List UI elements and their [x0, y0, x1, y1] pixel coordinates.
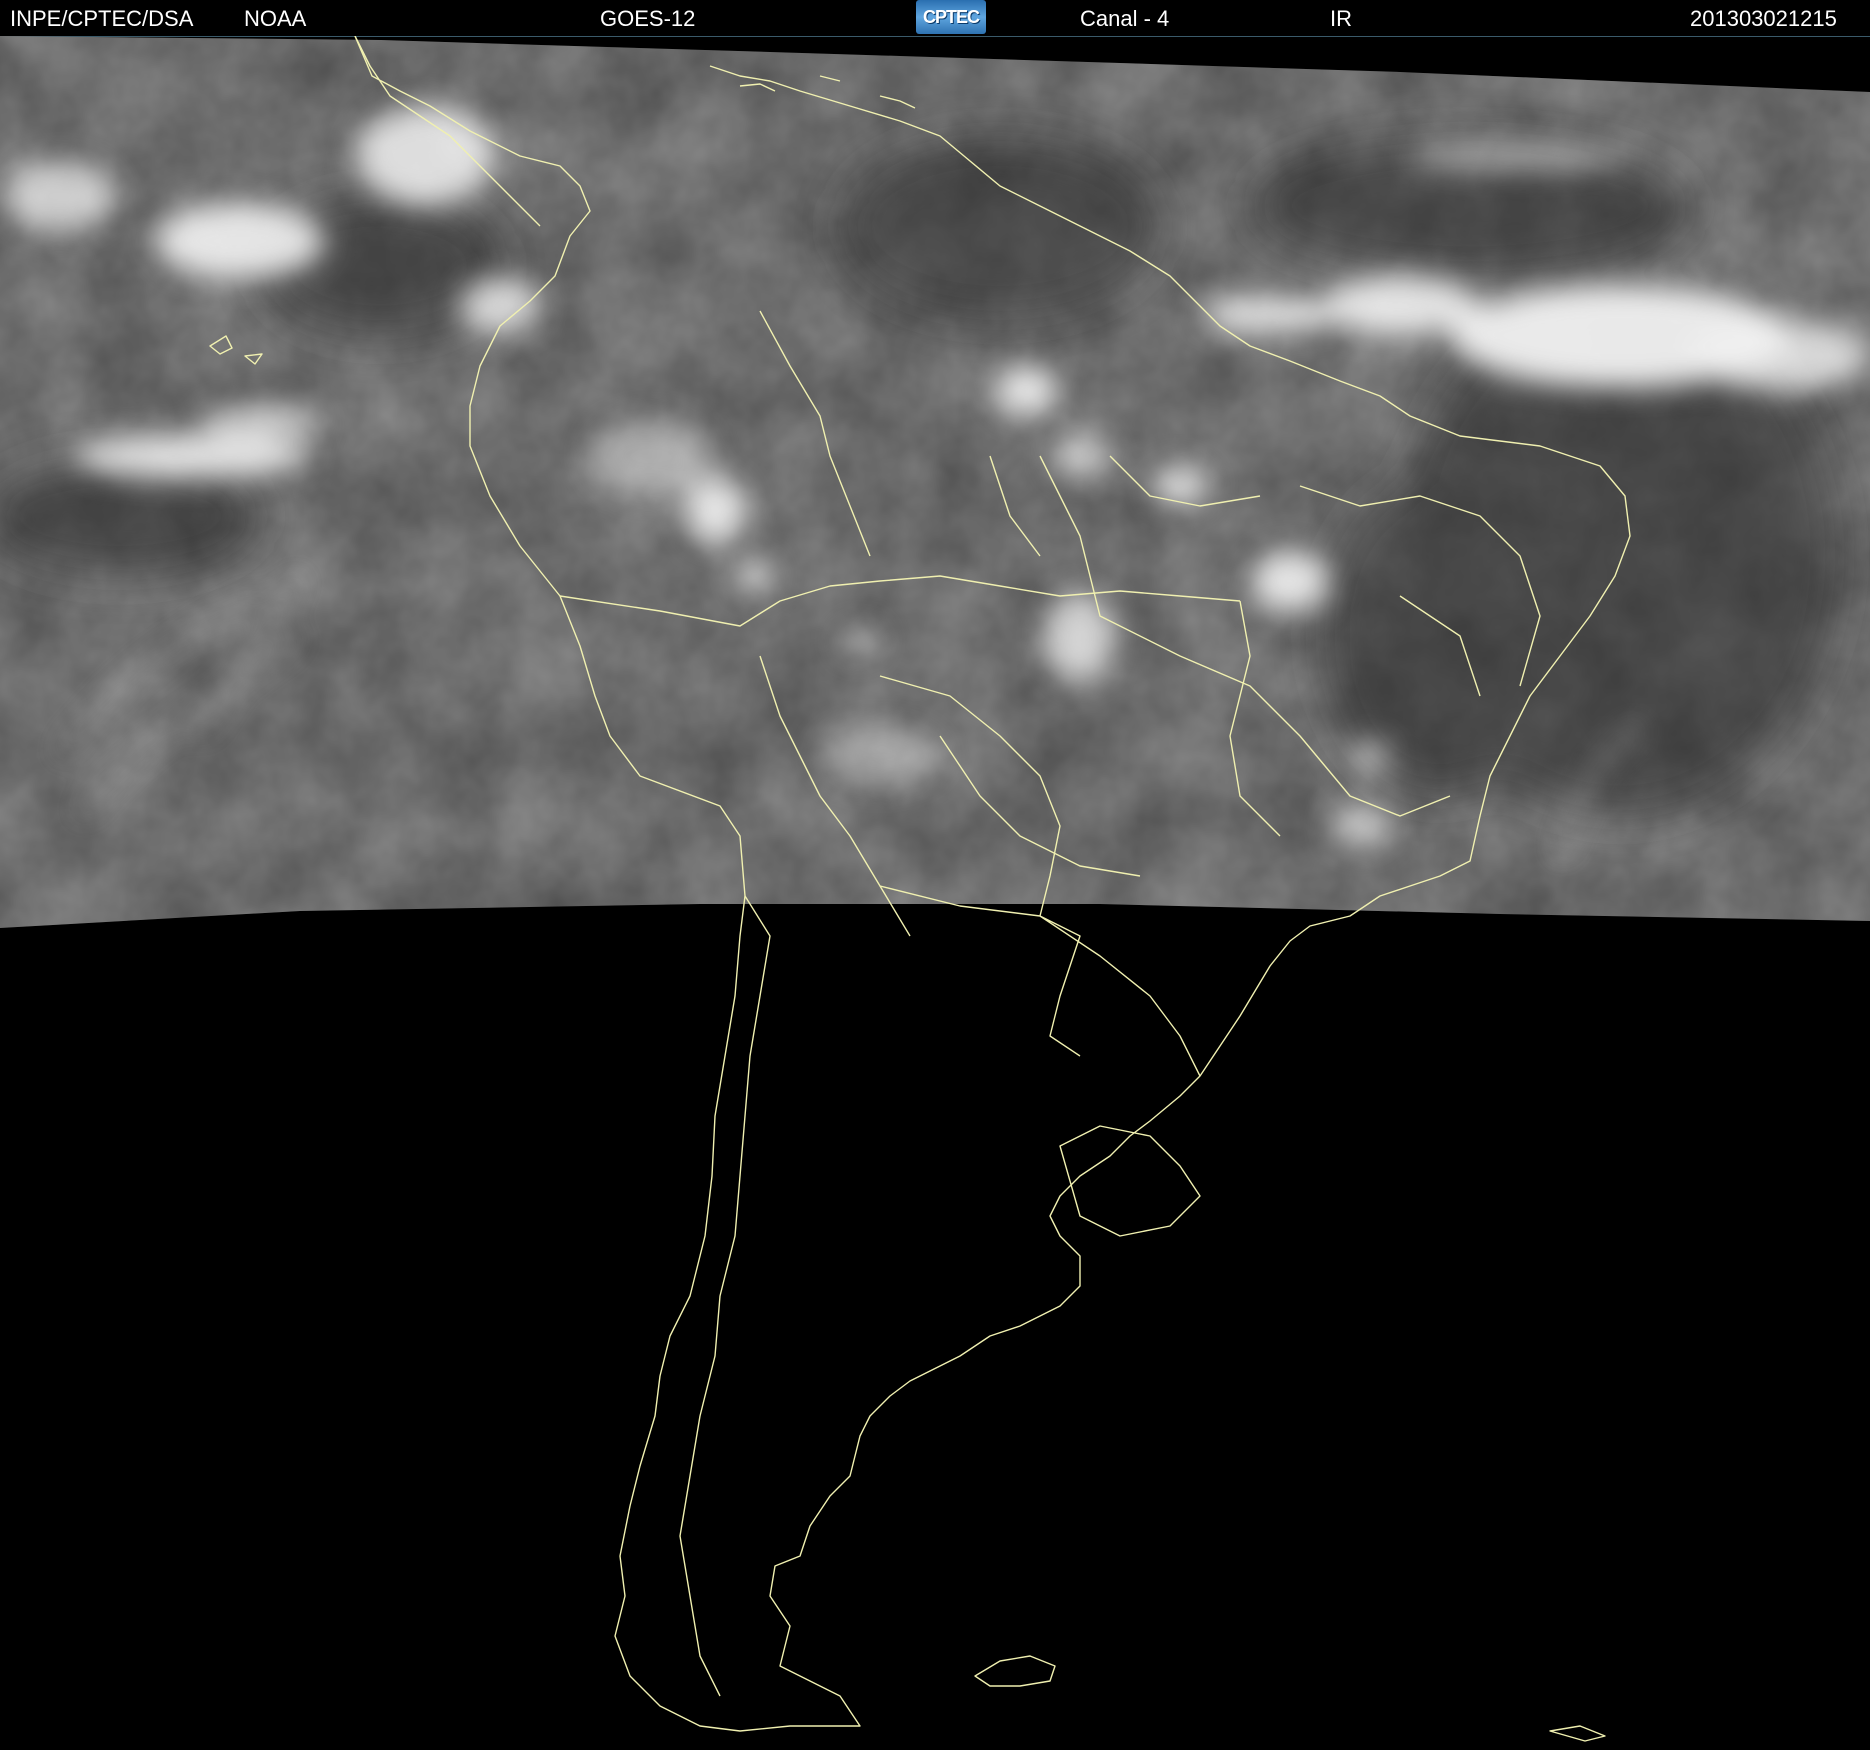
timestamp-label: 201303021215 [1690, 6, 1837, 31]
image-header: INPE/CPTEC/DSA NOAA GOES-12 CPTEC Canal … [0, 0, 1870, 37]
band-label: IR [1330, 6, 1352, 31]
source-label: INPE/CPTEC/DSA [10, 6, 194, 31]
uruguay-border [1059, 1125, 1201, 1237]
channel-label: Canal - 4 [1080, 6, 1170, 31]
cptec-logo-text: CPTEC [922, 6, 980, 27]
falkland-islands [974, 1655, 1056, 1687]
south-georgia-island [1549, 1725, 1606, 1742]
argentina-chile-border [679, 895, 771, 1697]
agency-label: NOAA [244, 6, 307, 31]
ir-swath [0, 36, 1870, 928]
satellite-label: GOES-12 [600, 6, 696, 31]
cptec-logo: CPTEC [916, 0, 986, 34]
satellite-image [0, 36, 1870, 1750]
satellite-map [0, 36, 1870, 1742]
